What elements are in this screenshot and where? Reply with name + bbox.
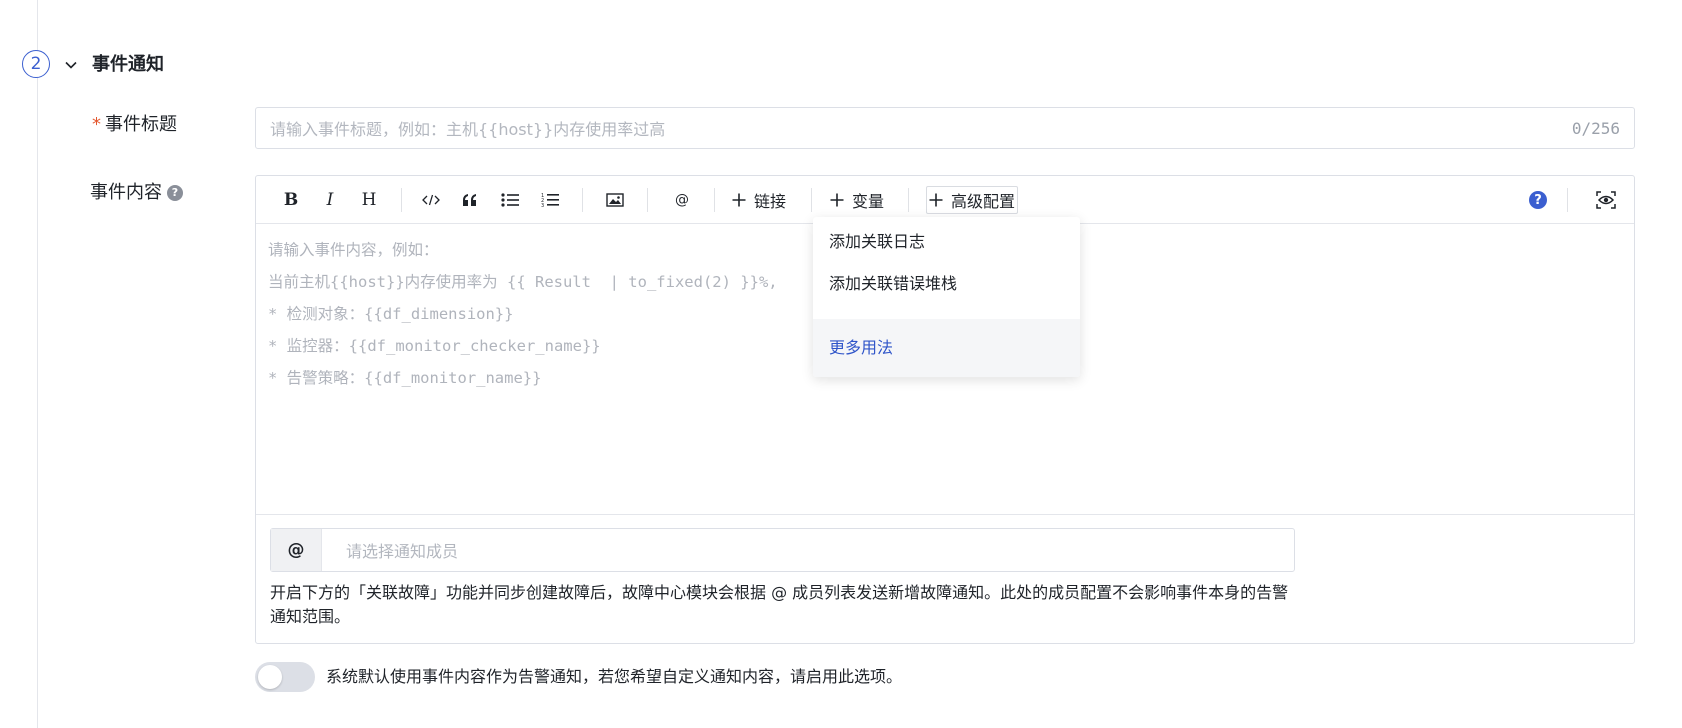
quote-button[interactable] bbox=[458, 186, 482, 214]
image-icon bbox=[606, 193, 624, 207]
chevron-down-icon[interactable] bbox=[64, 58, 78, 72]
heading-button[interactable]: H bbox=[357, 186, 381, 214]
more-usage-link[interactable]: 更多用法 bbox=[829, 336, 893, 360]
svg-text:3: 3 bbox=[541, 203, 544, 208]
bold-button[interactable]: B bbox=[280, 186, 302, 214]
toggle-knob bbox=[258, 665, 282, 689]
event-title-placeholder: 请输入事件标题，例如：主机{{host}}内存使用率过高 bbox=[270, 120, 666, 139]
editor-help-button[interactable]: ? bbox=[1526, 186, 1550, 214]
advanced-config-label: 高级配置 bbox=[951, 192, 1016, 211]
char-counter: 0/256 bbox=[1571, 118, 1620, 138]
editor-divider bbox=[256, 514, 1634, 515]
eye-preview-icon bbox=[1596, 191, 1616, 209]
dropdown-item-related-error-stack[interactable]: 添加关联错误堆栈 bbox=[829, 272, 957, 296]
variable-button-label: 变量 bbox=[852, 192, 885, 211]
bullet-list-button[interactable] bbox=[498, 186, 522, 214]
toolbar-divider bbox=[908, 188, 909, 212]
event-title-label: * 事件标题 bbox=[92, 114, 177, 135]
dropdown-footer: 更多用法 bbox=[813, 319, 1080, 377]
custom-notify-toggle[interactable] bbox=[255, 662, 315, 692]
advanced-config-button[interactable]: 高级配置 bbox=[926, 186, 1019, 214]
ordered-list-button[interactable]: 123 bbox=[538, 186, 562, 214]
section-title: 事件通知 bbox=[92, 54, 164, 75]
toolbar-divider bbox=[1567, 188, 1568, 212]
italic-button[interactable]: I bbox=[319, 186, 341, 214]
toolbar-divider bbox=[811, 188, 812, 212]
notify-member-select[interactable]: @ 请选择通知成员 bbox=[270, 528, 1295, 572]
required-mark: * bbox=[92, 114, 101, 135]
plus-icon bbox=[732, 193, 746, 207]
code-button[interactable] bbox=[419, 186, 443, 214]
custom-notify-label: 系统默认使用事件内容作为告警通知，若您希望自定义通知内容，请启用此选项。 bbox=[326, 667, 903, 686]
toolbar-divider bbox=[401, 188, 402, 212]
toolbar-divider bbox=[582, 188, 583, 212]
ordered-list-icon: 123 bbox=[541, 193, 559, 208]
toolbar-divider bbox=[714, 188, 715, 212]
member-select-placeholder: 请选择通知成员 bbox=[346, 542, 459, 561]
advanced-config-dropdown: 添加关联日志 添加关联错误堆栈 更多用法 bbox=[813, 217, 1080, 377]
variable-button[interactable]: 变量 bbox=[830, 186, 884, 214]
code-icon bbox=[422, 194, 440, 206]
plus-icon bbox=[830, 193, 844, 207]
plus-icon bbox=[929, 193, 943, 207]
member-note-text: 开启下方的「关联故障」功能并同步创建故障后，故障中心模块会根据 @ 成员列表发送… bbox=[270, 583, 1289, 626]
at-icon: @ bbox=[271, 529, 322, 571]
toolbar-divider bbox=[647, 188, 648, 212]
bullet-list-icon bbox=[501, 193, 519, 207]
preview-button[interactable] bbox=[1593, 186, 1619, 214]
image-button[interactable] bbox=[602, 186, 628, 214]
step-number-badge: 2 bbox=[22, 50, 50, 78]
help-icon: ? bbox=[1529, 191, 1547, 209]
link-button[interactable]: 链接 bbox=[732, 186, 786, 214]
question-circle-icon[interactable]: ? bbox=[167, 185, 183, 201]
quote-icon bbox=[463, 194, 476, 206]
step-connector-line bbox=[37, 0, 38, 728]
dropdown-item-related-log[interactable]: 添加关联日志 bbox=[829, 230, 925, 254]
link-button-label: 链接 bbox=[754, 192, 787, 211]
event-content-label: 事件内容? bbox=[90, 180, 183, 206]
mention-button[interactable]: @ bbox=[670, 186, 694, 214]
event-title-input[interactable]: 请输入事件标题，例如：主机{{host}}内存使用率过高 0/256 bbox=[255, 107, 1635, 149]
